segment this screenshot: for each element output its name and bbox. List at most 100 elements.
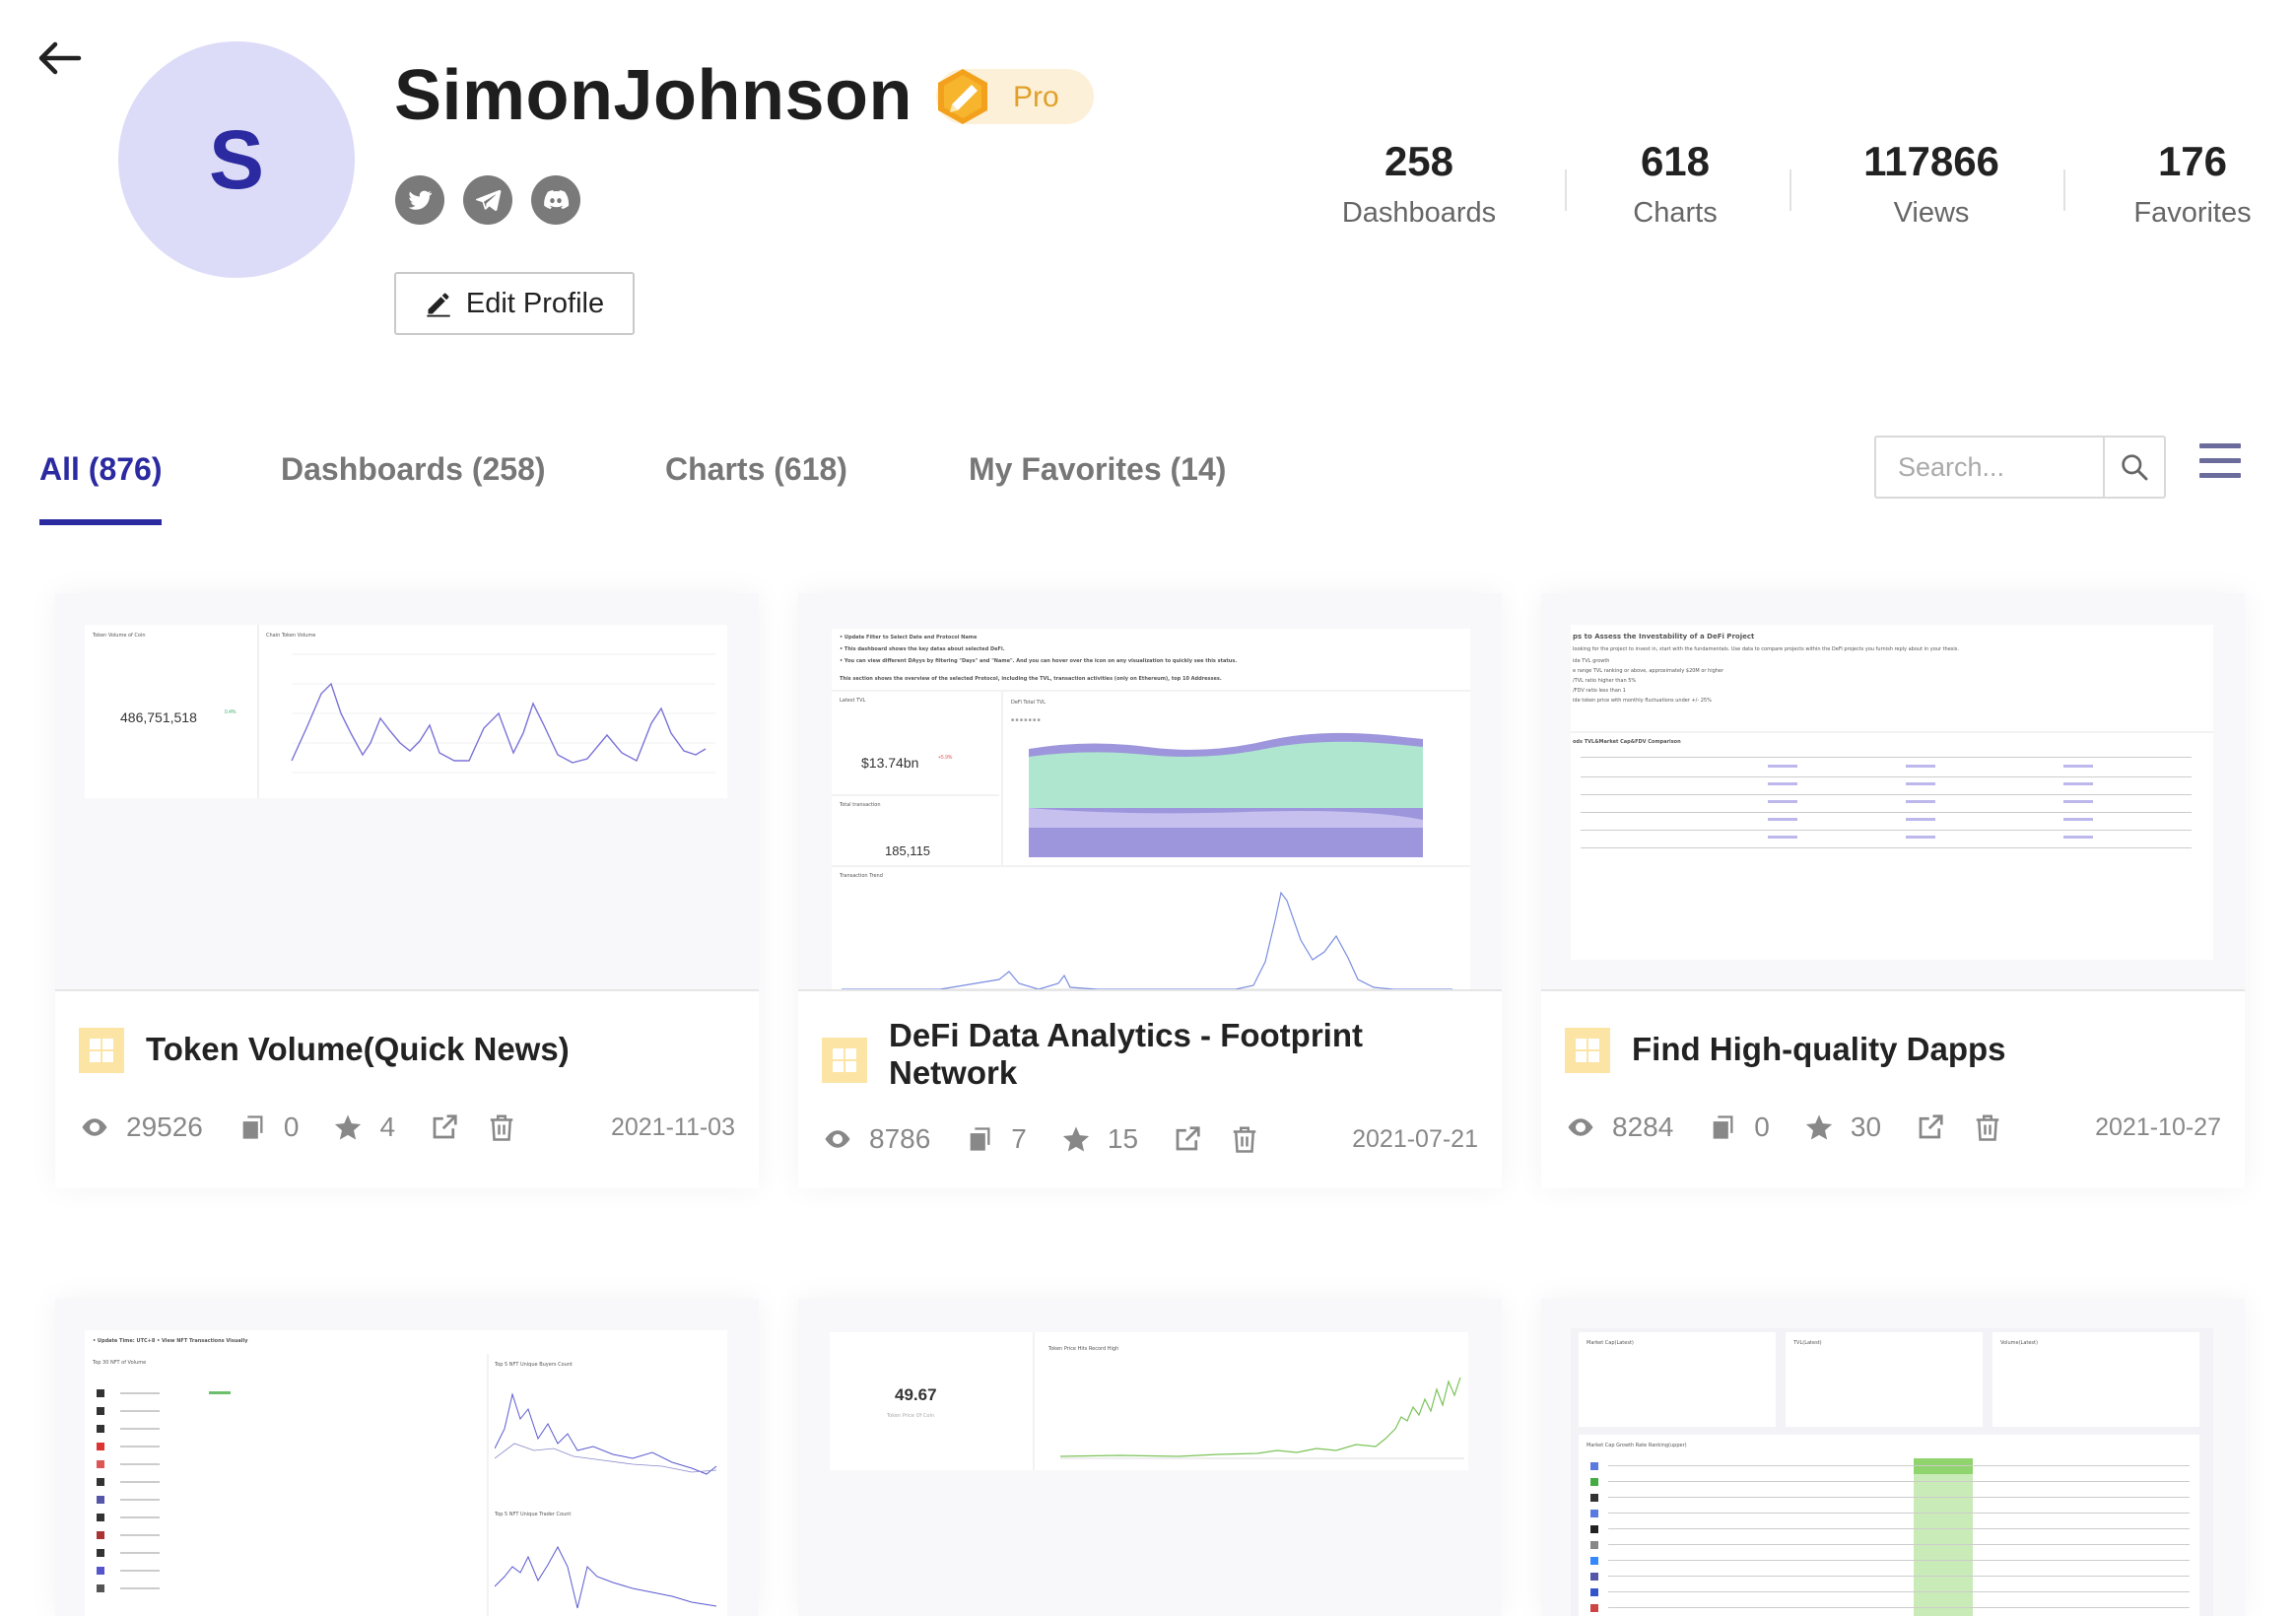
star-icon[interactable] [1803,1111,1835,1143]
stat-dashboards: 258 Dashboards [1340,138,1498,230]
stat-divider [2063,169,2065,211]
dashboard-card[interactable]: • Update Filter to Select Date and Proto… [798,593,1502,1188]
copy-icon [236,1111,268,1143]
thumb-line-chart [1059,1377,1464,1459]
twitter-link[interactable] [395,175,444,225]
thumb-delta: 0.4% [225,709,236,715]
tab-all[interactable]: All (876) [39,451,162,488]
edit-profile-button[interactable]: Edit Profile [394,272,635,335]
search-button[interactable] [2103,438,2164,497]
dashboard-card[interactable]: 49.67 Token Price Of Coin Token Price Hi… [798,1299,1502,1616]
thumb-text: • You can view different DAyys by filter… [840,658,1238,664]
thumb-label: TVL(Latest) [1793,1340,1822,1346]
thumb-label: Top 30 NFT of Volume [93,1360,147,1366]
card-thumbnail: • Update Time: UTC+8 • View NFT Transact… [55,1299,759,1616]
thumb-divider [1571,731,2213,733]
thumb-kpi: TVL(Latest) [1786,1332,1983,1427]
thumb-label: Transaction Trend [840,873,883,879]
view-toggle-button[interactable] [2199,443,2241,491]
card-title[interactable]: Find High-quality Dapps [1632,1031,2203,1068]
thumb-panel: 49.67 Token Price Of Coin Token Price Hi… [830,1332,1468,1616]
thumb-label: Token Price Of Coin [887,1413,934,1419]
telegram-icon [475,189,502,212]
thumb-label: ods TVL&Market Cap&FDV Comparison [1573,739,1681,745]
star-icon[interactable] [1060,1123,1092,1155]
thumb-panel: ps to Assess the Investability of a DeFi… [1571,625,2213,960]
thumb-divider [832,865,1470,867]
stat-label: Dashboards [1341,197,1497,229]
share-icon[interactable] [429,1111,460,1143]
thumb-panel: Token Volume of Coin 486,751,518 0.4% Ch… [85,625,727,798]
thumb-label: Market Cap(Latest) [1587,1340,1634,1346]
dashboard-card[interactable]: Market Cap(Latest) TVL(Latest) Volume(La… [1541,1299,2245,1616]
dashboard-card[interactable]: ps to Assess the Investability of a DeFi… [1541,593,2245,1188]
thumb-label: Token Price Hits Record High [1048,1346,1119,1352]
eye-icon [79,1111,110,1143]
share-icon[interactable] [1172,1123,1203,1155]
stat-label: Favorites [2133,197,2252,229]
search-input[interactable] [1876,438,2105,497]
views-count: 8284 [1612,1111,1674,1142]
card-title[interactable]: Token Volume(Quick News) [146,1031,717,1068]
avatar: S [118,41,355,278]
thumb-label: Top 5 NFT Unique Trader Count [495,1512,572,1517]
thumb-line-chart [495,1392,717,1475]
search-box [1874,436,2166,499]
card-thumbnail: 49.67 Token Price Of Coin Token Price Hi… [798,1299,1502,1616]
thumb-text: ide TVL growth [1573,658,1610,664]
arrow-left-icon [38,41,82,75]
star-icon[interactable] [332,1111,364,1143]
thumb-table-panel: Market Cap Growth Rate Ranking(upper) [1579,1435,2199,1616]
stat-value: 618 [1640,138,1711,184]
tab-charts[interactable]: Charts (618) [665,451,847,488]
thumb-big-number: $13.74bn [861,755,919,771]
delete-icon[interactable] [1972,1111,2003,1143]
stat-views: 117866 Views [1853,138,2010,230]
thumb-blank [830,1470,1468,1616]
copies-count: 0 [1754,1111,1770,1142]
views-count: 29526 [126,1111,203,1142]
delete-icon[interactable] [1229,1123,1260,1155]
share-icon[interactable] [1915,1111,1946,1143]
thumb-table [1590,1458,2190,1616]
card-title[interactable]: DeFi Data Analytics - Footprint Network [889,1017,1460,1092]
delete-icon[interactable] [486,1111,517,1143]
thumb-line-chart [291,653,715,774]
thumb-label: Volume(Latest) [2000,1340,2038,1346]
dashboard-card[interactable]: Token Volume of Coin 486,751,518 0.4% Ch… [55,593,759,1188]
pro-badge-icon [938,69,987,124]
thumb-line-chart [842,891,1452,989]
back-button[interactable] [30,30,89,89]
thumb-line-chart [495,1545,717,1609]
telegram-link[interactable] [463,175,512,225]
thumb-label: Total transaction [840,802,881,808]
thumb-divider [1033,1332,1035,1470]
thumb-table [97,1389,231,1592]
copy-icon [1707,1111,1738,1143]
tab-my-favorites[interactable]: My Favorites (14) [969,451,1226,488]
stat-favorites: 176 Favorites [2128,138,2257,230]
stat-label: Charts [1633,197,1718,229]
views-count: 8786 [869,1123,931,1154]
active-tab-indicator [39,519,162,525]
dashboard-icon [1565,1028,1610,1073]
dashboard-icon [79,1028,124,1073]
stars-count: 15 [1107,1123,1139,1154]
username: SimonJohnson [394,56,912,135]
thumb-kpi: Volume(Latest) [1992,1332,2199,1427]
thumb-label: Market Cap Growth Rate Ranking(upper) [1587,1443,1687,1448]
discord-link[interactable] [531,175,580,225]
stat-charts: 618 Charts [1616,138,1734,230]
card-thumbnail: Market Cap(Latest) TVL(Latest) Volume(La… [1541,1299,2245,1616]
stat-divider [1565,169,1567,211]
thumb-big-number: 185,115 [885,843,931,858]
copies-count: 7 [1011,1123,1027,1154]
tab-dashboards[interactable]: Dashboards (258) [281,451,546,488]
stat-divider [1790,169,1791,211]
twitter-icon [408,190,433,210]
edit-profile-label: Edit Profile [465,287,605,319]
dashboard-card[interactable]: • Update Time: UTC+8 • View NFT Transact… [55,1299,759,1616]
thumb-text: ide token price with monthly fluctuation… [1573,698,1712,704]
thumb-big-number: 49.67 [895,1385,937,1404]
thumb-text: /FDV ratio less than 1 [1573,688,1626,694]
